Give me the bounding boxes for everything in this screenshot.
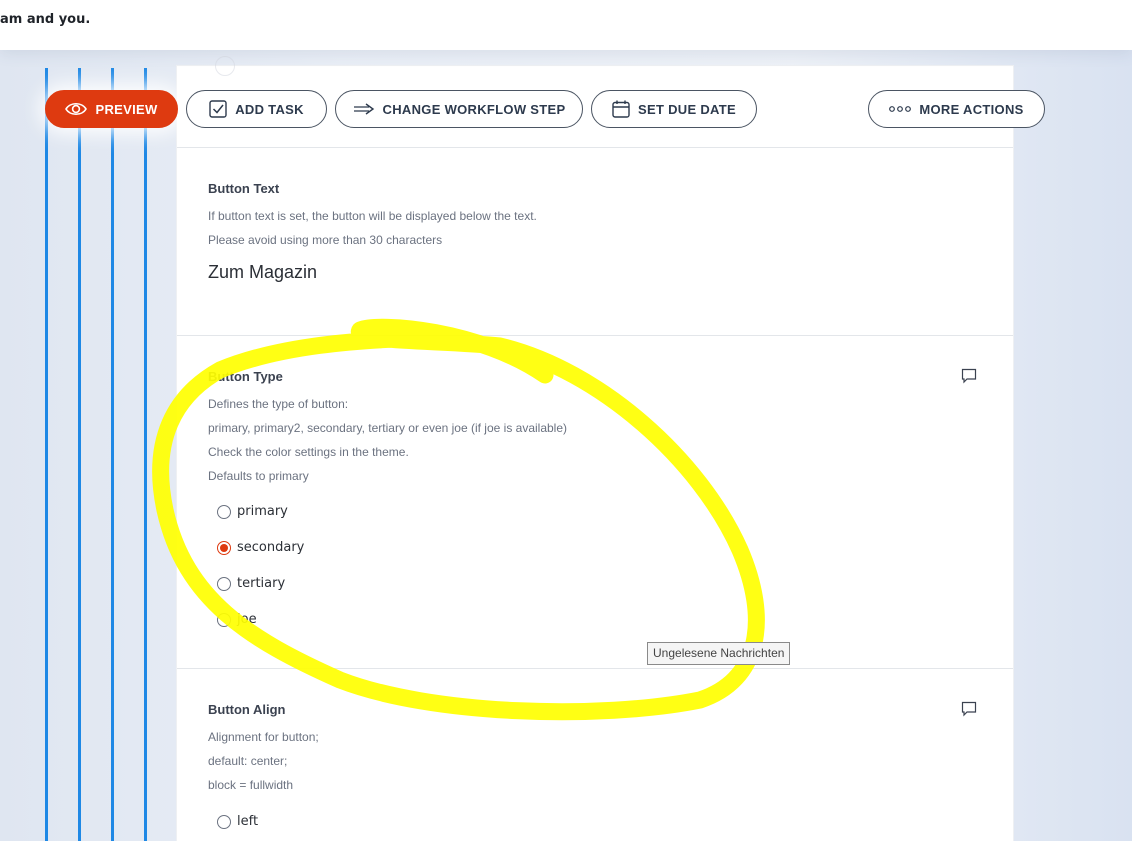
section-divider (177, 147, 1013, 148)
radio-button[interactable] (217, 504, 231, 519)
set-due-date-button[interactable]: SET DUE DATE (591, 90, 757, 128)
radio-option-secondary[interactable]: secondary (217, 540, 304, 555)
guide-line (45, 68, 48, 841)
radio-button[interactable] (217, 576, 231, 591)
radio-label: secondary (237, 540, 305, 555)
button-align-help: Alignment for button; (208, 730, 319, 744)
radio-label: left (237, 814, 259, 829)
action-toolbar: PREVIEW ADD TASK CHANGE WORKFLOW STEP SE… (0, 90, 1132, 130)
button-align-help: block = fullwidth (208, 778, 294, 792)
add-task-label: ADD TASK (235, 101, 304, 117)
preview-label: PREVIEW (95, 101, 158, 117)
button-align-section: Button Align Alignment for button; defau… (177, 669, 1013, 841)
button-type-help: primary, primary2, secondary, tertiary o… (208, 421, 568, 435)
radio-label: joe (237, 612, 257, 627)
section-divider (177, 668, 1013, 669)
button-text-help: Please avoid using more than 30 characte… (208, 233, 443, 247)
radio-option-joe[interactable]: joe (217, 612, 257, 627)
button-align-label: Button Align (208, 702, 286, 717)
radio-label: tertiary (237, 576, 286, 591)
radio-label: primary (237, 504, 288, 519)
more-actions-button[interactable]: MORE ACTIONS (868, 90, 1045, 128)
button-text-section: Button Text If button text is set, the b… (177, 148, 1013, 335)
notification-text: am and you. (0, 12, 91, 27)
add-task-button[interactable]: ADD TASK (186, 90, 327, 128)
radio-option-primary[interactable]: primary (217, 504, 288, 519)
button-type-label: Button Type (208, 369, 283, 384)
ellipsis-icon (889, 105, 912, 113)
radio-button[interactable] (217, 814, 231, 829)
eye-icon (65, 101, 88, 117)
button-text-label: Button Text (208, 181, 280, 196)
guide-line (144, 68, 147, 841)
tooltip: Ungelesene Nachrichten (647, 642, 791, 665)
radio-option-tertiary[interactable]: tertiary (217, 576, 285, 591)
set-due-date-label: SET DUE DATE (638, 101, 736, 117)
guide-line (111, 68, 114, 841)
change-workflow-step-button[interactable]: CHANGE WORKFLOW STEP (335, 90, 583, 128)
preview-button[interactable]: PREVIEW (45, 90, 178, 128)
change-workflow-step-label: CHANGE WORKFLOW STEP (382, 101, 566, 117)
top-notification-bar: am and you. (0, 0, 1132, 50)
calendar-icon (612, 100, 630, 118)
button-type-help: Defines the type of button: (208, 397, 349, 411)
comment-icon[interactable] (961, 701, 977, 717)
button-align-help: default: center; (208, 754, 288, 768)
more-actions-label: MORE ACTIONS (919, 101, 1024, 117)
radio-button[interactable] (217, 612, 231, 627)
section-divider (177, 335, 1013, 336)
guide-line (78, 68, 81, 841)
button-type-help: Check the color settings in the theme. (208, 445, 409, 459)
button-text-value[interactable]: Zum Magazin (208, 262, 317, 283)
button-type-section: Button Type Defines the type of button: … (177, 336, 1013, 668)
arrow-right-icon (353, 102, 375, 116)
button-text-help: If button text is set, the button will b… (208, 209, 537, 223)
radio-option-left[interactable]: left (217, 814, 258, 829)
radio-button-selected[interactable] (217, 540, 231, 555)
faded-radio (215, 56, 235, 76)
checkbox-icon (209, 100, 227, 118)
comment-icon[interactable] (961, 368, 977, 384)
button-type-help: Defaults to primary (208, 469, 309, 483)
